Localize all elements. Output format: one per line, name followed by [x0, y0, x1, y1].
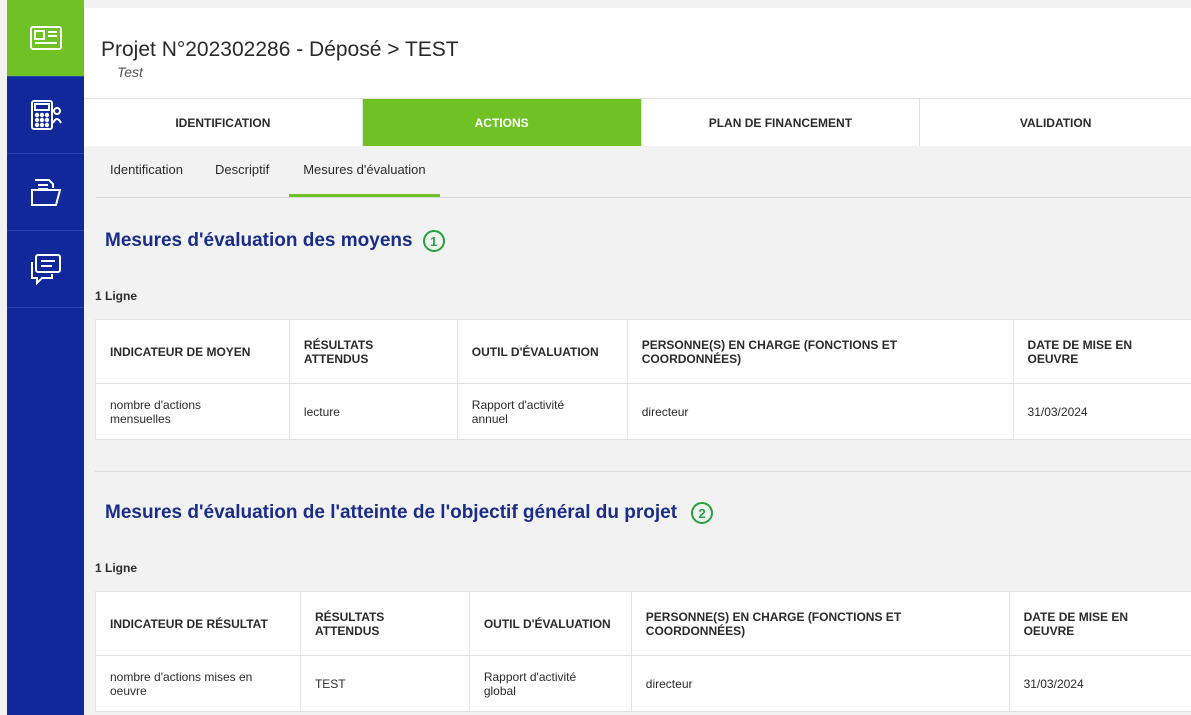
cell-text: Rapport d'activité annuel — [471, 397, 565, 426]
sidebar — [7, 0, 84, 715]
cell-text: nombre d'actions mensuelles — [110, 397, 202, 426]
section-moyens: Mesures d'évaluation des moyens 1 — [84, 230, 1191, 252]
section-title: Mesures d'évaluation de l'atteinte de l'… — [105, 502, 1191, 524]
subtab-mesures-evaluation[interactable]: Mesures d'évaluation — [289, 146, 440, 197]
subtab-descriptif[interactable]: Descriptif — [197, 146, 283, 197]
tab-plan-de-financement[interactable]: PLAN DE FINANCEMENT — [642, 99, 921, 146]
sub-tabs: Identification Descriptif Mesures d'éval… — [96, 146, 1191, 198]
calculator-icon — [30, 100, 62, 130]
page-header: Projet N°202302286 - Déposé > TEST Test — [84, 0, 1191, 98]
table-cell: nombre d'actions mises en oeuvre — [95, 655, 301, 712]
section-objectif: Mesures d'évaluation de l'atteinte de l'… — [84, 502, 1191, 524]
section-objectif-count: 1 Ligne — [84, 561, 1191, 575]
chat-icon — [30, 254, 61, 286]
cell-text: Rapport d'activité global — [483, 669, 577, 698]
step-number-badge: 1 — [422, 230, 445, 252]
folder-icon — [30, 179, 61, 206]
section-title-text: Mesures d'évaluation des moyens — [105, 230, 413, 251]
section-title-text: Mesures d'évaluation de l'atteinte de l'… — [105, 502, 678, 523]
column-header: PERSONNE(S) EN CHARGE (FONCTIONS ET COOR… — [630, 591, 1010, 656]
id-card-icon — [29, 26, 62, 50]
sidebar-item-identification[interactable] — [7, 0, 84, 77]
sidebar-item-messages[interactable] — [7, 231, 84, 308]
section-moyens-table: INDICATEUR DE MOYEN RÉSULTATS ATTENDUS O… — [84, 319, 1191, 440]
table-cell: directeur — [626, 383, 1014, 440]
table-cell: 31/03/2024 — [1008, 655, 1191, 712]
table-row[interactable]: nombre d'actions mises en oeuvre TEST Ra… — [95, 655, 1191, 712]
column-header: RÉSULTATS ATTENDUS — [288, 319, 458, 384]
tab-identification[interactable]: IDENTIFICATION — [84, 99, 363, 146]
row-count: 1 Ligne — [95, 561, 138, 575]
column-header-label: PERSONNE(S) EN CHARGE (FONCTIONS ET COOR… — [645, 609, 902, 638]
cell-text: nombre d'actions mises en oeuvre — [110, 669, 253, 698]
column-header-label: RÉSULTATS ATTENDUS — [303, 337, 374, 366]
column-header: INDICATEUR DE MOYEN — [95, 319, 290, 384]
column-header: OUTIL D'ÉVALUATION — [468, 591, 632, 656]
column-header-label: DATE DE MISE EN OEUVRE — [1023, 609, 1129, 638]
evaluation-table: INDICATEUR DE RÉSULTAT RÉSULTATS ATTENDU… — [95, 591, 1191, 712]
table-cell: TEST — [299, 655, 470, 712]
column-header-label: DATE DE MISE EN OEUVRE — [1027, 337, 1132, 366]
column-header: DATE DE MISE EN OEUVRE — [1008, 591, 1191, 656]
subtab-identification[interactable]: Identification — [96, 146, 197, 197]
page-title: Projet N°202302286 - Déposé > TEST — [101, 38, 459, 61]
section-divider — [95, 471, 1191, 472]
sidebar-item-documents[interactable] — [7, 154, 84, 231]
column-header: PERSONNE(S) EN CHARGE (FONCTIONS ET COOR… — [626, 319, 1014, 384]
tab-validation[interactable]: VALIDATION — [920, 99, 1191, 146]
step-number-badge: 2 — [691, 502, 714, 524]
evaluation-table: INDICATEUR DE MOYEN RÉSULTATS ATTENDUS O… — [95, 319, 1191, 440]
table-cell: Rapport d'activité annuel — [456, 383, 628, 440]
main-content: Projet N°202302286 - Déposé > TEST Test … — [84, 0, 1191, 715]
section-objectif-table: INDICATEUR DE RÉSULTAT RÉSULTATS ATTENDU… — [84, 591, 1191, 712]
tab-actions[interactable]: ACTIONS — [362, 99, 642, 146]
column-header: RÉSULTATS ATTENDUS — [299, 591, 470, 656]
table-cell: nombre d'actions mensuelles — [95, 383, 290, 440]
column-header: INDICATEUR DE RÉSULTAT — [95, 591, 301, 656]
step-tabs: IDENTIFICATION ACTIONS PLAN DE FINANCEME… — [84, 98, 1191, 146]
page-subtitle: Test — [117, 64, 143, 80]
table-cell: 31/03/2024 — [1012, 383, 1191, 440]
table-cell: lecture — [288, 383, 458, 440]
table-header-row: INDICATEUR DE RÉSULTAT RÉSULTATS ATTENDU… — [95, 591, 1191, 656]
column-header-label: PERSONNE(S) EN CHARGE (FONCTIONS ET COOR… — [641, 337, 898, 366]
column-header: DATE DE MISE EN OEUVRE — [1012, 319, 1191, 384]
table-cell: Rapport d'activité global — [468, 655, 632, 712]
section-title: Mesures d'évaluation des moyens 1 — [105, 230, 1191, 252]
column-header: OUTIL D'ÉVALUATION — [456, 319, 628, 384]
table-row[interactable]: nombre d'actions mensuelles lecture Rapp… — [95, 383, 1191, 440]
column-header-label: RÉSULTATS ATTENDUS — [314, 609, 385, 638]
section-moyens-count: 1 Ligne — [84, 289, 1191, 303]
row-count: 1 Ligne — [95, 289, 138, 303]
table-cell: directeur — [630, 655, 1010, 712]
table-header-row: INDICATEUR DE MOYEN RÉSULTATS ATTENDUS O… — [95, 319, 1191, 384]
sidebar-item-budget[interactable] — [7, 77, 84, 154]
